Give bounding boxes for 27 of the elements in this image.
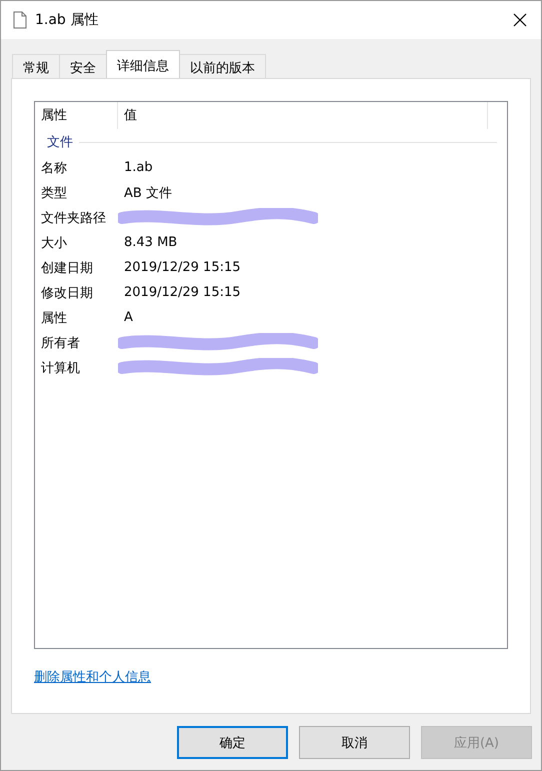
property-name: 类型 (40, 184, 68, 202)
dialog-button[interactable]: 取消 (299, 726, 410, 759)
property-name: 名称 (40, 160, 68, 176)
remove-properties-link[interactable]: 删除属性和个人信息 (34, 668, 151, 686)
property-name: 大小 (40, 234, 68, 252)
close-icon[interactable] (513, 13, 527, 27)
property-name: 创建日期 (40, 260, 94, 276)
property-name: 属性 (40, 310, 68, 326)
property-value: 2019/12/29 15:15 (123, 260, 241, 275)
file-icon (13, 11, 27, 29)
property-name: 修改日期 (40, 284, 94, 302)
property-value: AB 文件 (123, 184, 172, 202)
column-header[interactable]: 值 (118, 102, 488, 129)
tab[interactable]: 以前的版本 (179, 54, 266, 78)
tab[interactable]: 常规 (12, 54, 60, 78)
tab[interactable]: 详细信息 (106, 50, 180, 78)
property-value: 2019/12/29 15:15 (123, 285, 241, 300)
property-name: 计算机 (40, 360, 81, 376)
dialog-button[interactable]: 确定 (177, 726, 288, 759)
window-title: 1.ab 属性 (35, 11, 100, 29)
property-name: 所有者 (40, 334, 81, 352)
property-value: A (123, 310, 133, 325)
property-value: 1.ab (123, 160, 153, 175)
column-header[interactable]: 属性 (35, 102, 118, 129)
property-name: 文件夹路径 (40, 210, 107, 226)
property-value: 8.43 MB (123, 235, 178, 250)
group-header[interactable]: 文件 (47, 133, 73, 151)
